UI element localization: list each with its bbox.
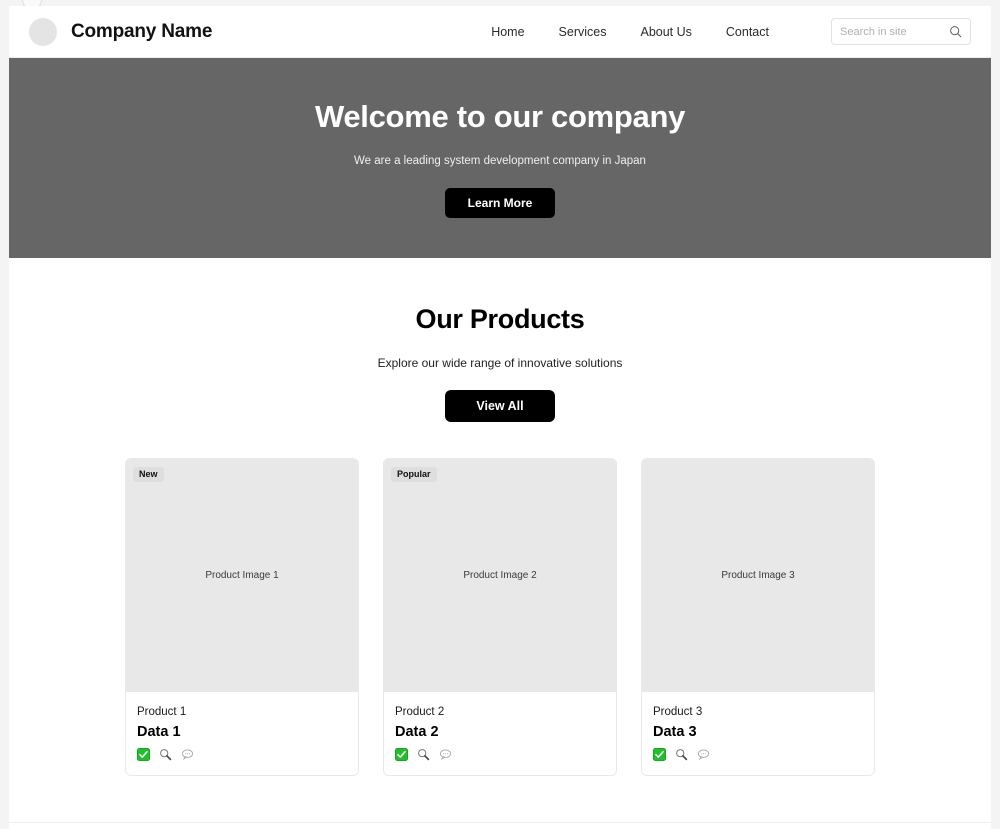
status-badge: Popular bbox=[391, 467, 437, 482]
product-card-body: Product 2 Data 2 bbox=[384, 692, 616, 775]
learn-more-button[interactable]: Learn More bbox=[445, 187, 555, 218]
search-box[interactable] bbox=[831, 18, 971, 45]
product-data: Data 1 bbox=[137, 724, 181, 740]
main-navigation: Home Services About Us Contact bbox=[491, 18, 971, 45]
status-badge: New bbox=[133, 467, 164, 482]
product-name: Product 3 bbox=[653, 706, 703, 718]
site-header: Company Name Home Services About Us Cont… bbox=[9, 6, 991, 58]
product-card-actions bbox=[653, 748, 863, 761]
search-input[interactable] bbox=[840, 25, 949, 38]
product-card[interactable]: New Product Image 1 Product 1 Data 1 bbox=[125, 458, 359, 776]
website-page: Company Name Home Services About Us Cont… bbox=[9, 6, 991, 829]
check-mark-button-icon[interactable] bbox=[137, 748, 150, 761]
nav-item-contact[interactable]: Contact bbox=[726, 25, 769, 39]
view-all-button[interactable]: View All bbox=[445, 390, 555, 422]
nav-item-services[interactable]: Services bbox=[559, 25, 607, 39]
product-card-grid: New Product Image 1 Product 1 Data 1 Pop… bbox=[9, 458, 991, 776]
page-title: Our Products bbox=[415, 304, 585, 334]
product-card-actions bbox=[395, 748, 605, 761]
product-image-placeholder: New Product Image 1 bbox=[126, 459, 358, 692]
nav-item-home[interactable]: Home bbox=[491, 25, 524, 39]
magnifying-glass-icon[interactable] bbox=[675, 748, 688, 761]
nav-item-about-us[interactable]: About Us bbox=[640, 25, 691, 39]
brand-name: Company Name bbox=[71, 20, 213, 42]
check-mark-button-icon[interactable] bbox=[395, 748, 408, 761]
product-image-label: Product Image 1 bbox=[205, 570, 279, 581]
product-image-label: Product Image 2 bbox=[463, 570, 537, 581]
product-card[interactable]: Product Image 3 Product 3 Data 3 bbox=[641, 458, 875, 776]
brand[interactable]: Company Name bbox=[29, 17, 213, 46]
product-image-placeholder: Popular Product Image 2 bbox=[384, 459, 616, 692]
speech-balloon-icon[interactable] bbox=[181, 748, 194, 761]
speech-balloon-icon[interactable] bbox=[439, 748, 452, 761]
speech-balloon-icon[interactable] bbox=[697, 748, 710, 761]
product-name: Product 2 bbox=[395, 706, 445, 718]
logo-icon bbox=[29, 17, 57, 46]
check-mark-button-icon[interactable] bbox=[653, 748, 666, 761]
product-card-body: Product 1 Data 1 bbox=[126, 692, 358, 775]
search-icon[interactable] bbox=[949, 25, 962, 38]
product-card-actions bbox=[137, 748, 347, 761]
product-card[interactable]: Popular Product Image 2 Product 2 Data 2 bbox=[383, 458, 617, 776]
hero-subtitle: We are a leading system development comp… bbox=[354, 154, 646, 167]
products-section: Our Products Explore our wide range of i… bbox=[9, 258, 991, 829]
magnifying-glass-icon[interactable] bbox=[417, 748, 430, 761]
products-subtitle: Explore our wide range of innovative sol… bbox=[377, 356, 623, 370]
product-image-placeholder: Product Image 3 bbox=[642, 459, 874, 692]
product-data: Data 3 bbox=[653, 724, 697, 740]
magnifying-glass-icon[interactable] bbox=[159, 748, 172, 761]
hero-title: Welcome to our company bbox=[314, 98, 686, 134]
product-card-body: Product 3 Data 3 bbox=[642, 692, 874, 775]
product-name: Product 1 bbox=[137, 706, 187, 718]
footer-divider bbox=[9, 822, 991, 829]
product-image-label: Product Image 3 bbox=[721, 570, 795, 581]
product-data: Data 2 bbox=[395, 724, 439, 740]
hero-section: Welcome to our company We are a leading … bbox=[9, 58, 991, 258]
